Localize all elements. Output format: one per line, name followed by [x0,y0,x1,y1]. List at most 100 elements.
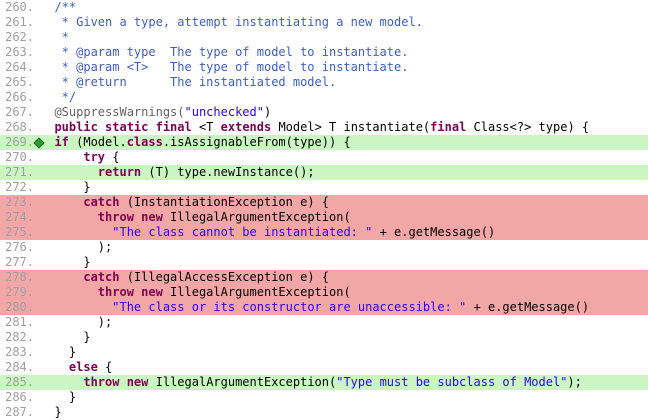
code-token: "Type must be subclass of Model" [336,375,568,389]
marker-gutter [34,0,40,15]
line-number: 270. [5,150,34,164]
code-token: + e.getMessage() [466,300,590,314]
code-text: * Given a type, attempt instantiating a … [40,15,648,30]
code-token: (Model. [68,135,127,149]
code-token: Model> T instantiate( [271,120,431,134]
line-number: 263. [5,45,34,59]
code-text: * @param type The type of model to insta… [40,45,648,60]
code-line: 282. } [0,330,648,345]
code-token: } [40,390,77,404]
code-token: throw new [97,285,163,299]
marker-gutter [34,195,40,210]
line-number: 279. [5,285,34,299]
code-token: else [68,360,98,374]
code-token: IllegalArgumentException( [148,375,337,389]
code-token: catch [83,270,120,284]
marker-gutter [34,210,40,225]
code-token: final [430,120,467,134]
line-number: 269. [5,135,34,149]
code-text: catch (IllegalAccessException e) { [40,270,648,285]
code-token: <T [191,120,221,134]
marker-gutter [34,75,40,90]
code-line: 267. @SuppressWarnings("unchecked") [0,105,648,120]
coverage-code-viewer: 260. /** 261. * Given a type, attempt ins… [0,0,648,420]
line-number: 286. [5,390,34,404]
code-text: else { [40,360,648,375]
code-token: } [40,255,91,269]
code-line: 265. * @return The instantiated model. [0,75,648,90]
code-token: throw new [83,375,149,389]
code-text: } [40,255,648,270]
code-line: 276. ); [0,240,648,255]
code-token: "The class or its constructor are unacce… [112,300,467,314]
marker-gutter [34,180,40,195]
marker-gutter [34,105,40,120]
code-text: return (T) type.newInstance(); [40,165,648,180]
code-token: throw new [97,210,163,224]
code-line: 272. } [0,180,648,195]
code-text: ); [40,315,648,330]
code-line: 266. */ [0,90,648,105]
line-number: 280. [5,300,34,314]
code-token: catch [83,195,120,209]
code-line: 260. /** [0,0,648,15]
code-text: public static final <T extends Model> T … [40,120,648,135]
code-token: */ [40,90,77,104]
code-token: /** [40,0,77,14]
code-token: if [54,135,69,149]
code-token: (T) type.newInstance(); [141,165,315,179]
code-text: * @param <T> The type of model to instan… [40,60,648,75]
marker-gutter [34,300,40,315]
code-text: } [40,345,648,360]
marker-gutter [34,15,40,30]
code-line: 278. catch (IllegalAccessException e) { [0,270,648,285]
marker-gutter [34,315,40,330]
marker-gutter [34,375,40,390]
line-number: 276. [5,240,34,254]
line-number: 267. [5,105,34,119]
code-line: 261. * Given a type, attempt instantiati… [0,15,648,30]
marker-gutter [34,225,40,240]
marker-gutter [34,345,40,360]
code-text: throw new IllegalArgumentException( [40,210,648,225]
line-number: 260. [5,0,34,14]
code-token: IllegalArgumentException( [162,210,351,224]
marker-gutter [33,135,45,150]
code-text: } [40,405,648,420]
code-line: 274. throw new IllegalArgumentException( [0,210,648,225]
code-token: ); [567,375,582,389]
line-number: 271. [5,165,34,179]
line-number: 281. [5,315,34,329]
code-text: "The class cannot be instantiated: " + e… [40,225,648,240]
code-token: IllegalArgumentException( [162,285,351,299]
code-token: (IllegalAccessException e) { [119,270,329,284]
code-text: */ [40,90,648,105]
marker-gutter [34,60,40,75]
code-line: 273. catch (InstantiationException e) { [0,195,648,210]
marker-gutter [34,330,40,345]
code-token: * Given a type, attempt instantiating a … [40,15,423,29]
code-text: } [40,390,648,405]
code-token: * @return The instantiated model. [40,75,337,89]
code-text: try { [40,150,648,165]
code-line: 277. } [0,255,648,270]
line-number: 262. [5,30,34,44]
code-text: } [40,180,648,195]
code-token: @SuppressWarnings( [40,105,185,119]
marker-gutter [34,240,40,255]
code-line: 285. throw new IllegalArgumentException(… [0,375,648,390]
code-line: 284. else { [0,360,648,375]
code-token: } [40,345,77,359]
code-token: class [126,135,163,149]
line-number: 285. [5,375,34,389]
code-token: "The class cannot be instantiated: " [112,225,373,239]
